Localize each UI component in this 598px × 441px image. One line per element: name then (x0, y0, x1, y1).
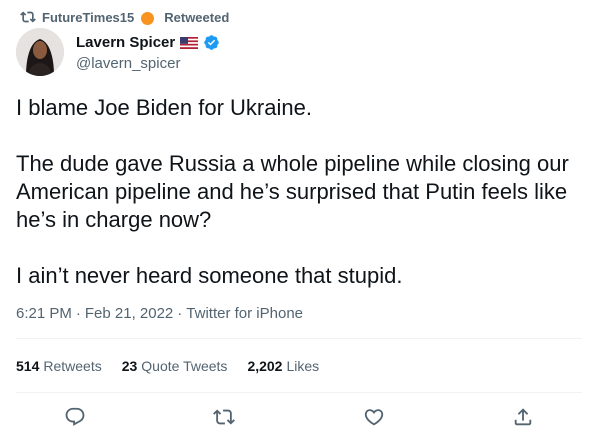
retweet-icon (20, 9, 36, 25)
likes-label: Likes (286, 358, 320, 374)
tweet-paragraph: I blame Joe Biden for Ukraine. (16, 95, 312, 120)
author-display-name[interactable]: Lavern Spicer (76, 34, 175, 51)
meta-separator: · (177, 305, 183, 322)
avatar[interactable] (16, 28, 64, 76)
retweets-count: 514 (16, 358, 40, 374)
tweet-text: I blame Joe Biden for Ukraine. The dude … (16, 94, 582, 290)
retweets-stat[interactable]: 514 Retweets (16, 358, 102, 374)
retweets-label: Retweets (43, 358, 102, 374)
likes-count: 2,202 (247, 358, 283, 374)
likes-stat[interactable]: 2,202 Likes (247, 358, 319, 374)
orange-emoji-icon (141, 11, 155, 25)
like-icon[interactable] (363, 406, 385, 428)
tweet-meta: 6:21 PM · Feb 21, 2022 · Twitter for iPh… (16, 305, 303, 322)
tweet-actions (0, 402, 598, 432)
tweet-author: Lavern Spicer @lavern_spicer (16, 28, 220, 76)
quote-tweets-label: Quote Tweets (141, 358, 228, 374)
author-handle[interactable]: @lavern_spicer (76, 55, 220, 72)
tweet-time[interactable]: 6:21 PM (16, 305, 72, 322)
tweet-paragraph: I ain’t never heard someone that stupid. (16, 263, 403, 288)
tweet-source[interactable]: Twitter for iPhone (186, 305, 303, 322)
retweeted-label: Retweeted (164, 9, 230, 25)
divider (16, 392, 582, 393)
retweet-banner: FutureTimes15 Retweeted (20, 8, 229, 26)
tweet-stats: 514 Retweets 23 Quote Tweets 2,202 Likes (16, 358, 319, 374)
tweet-date[interactable]: Feb 21, 2022 (85, 305, 173, 322)
verified-badge-icon (203, 34, 220, 51)
us-flag-icon (180, 36, 199, 49)
meta-separator: · (75, 305, 81, 322)
share-icon[interactable] (512, 406, 534, 428)
reply-icon[interactable] (64, 406, 86, 428)
divider (16, 338, 582, 339)
quote-tweets-count: 23 (121, 358, 138, 374)
tweet-paragraph: The dude gave Russia a whole pipeline wh… (16, 151, 574, 232)
quote-tweets-stat[interactable]: 23 Quote Tweets (122, 358, 228, 374)
retweet-icon[interactable] (213, 406, 236, 428)
retweeter-name[interactable]: FutureTimes15 (42, 10, 134, 25)
